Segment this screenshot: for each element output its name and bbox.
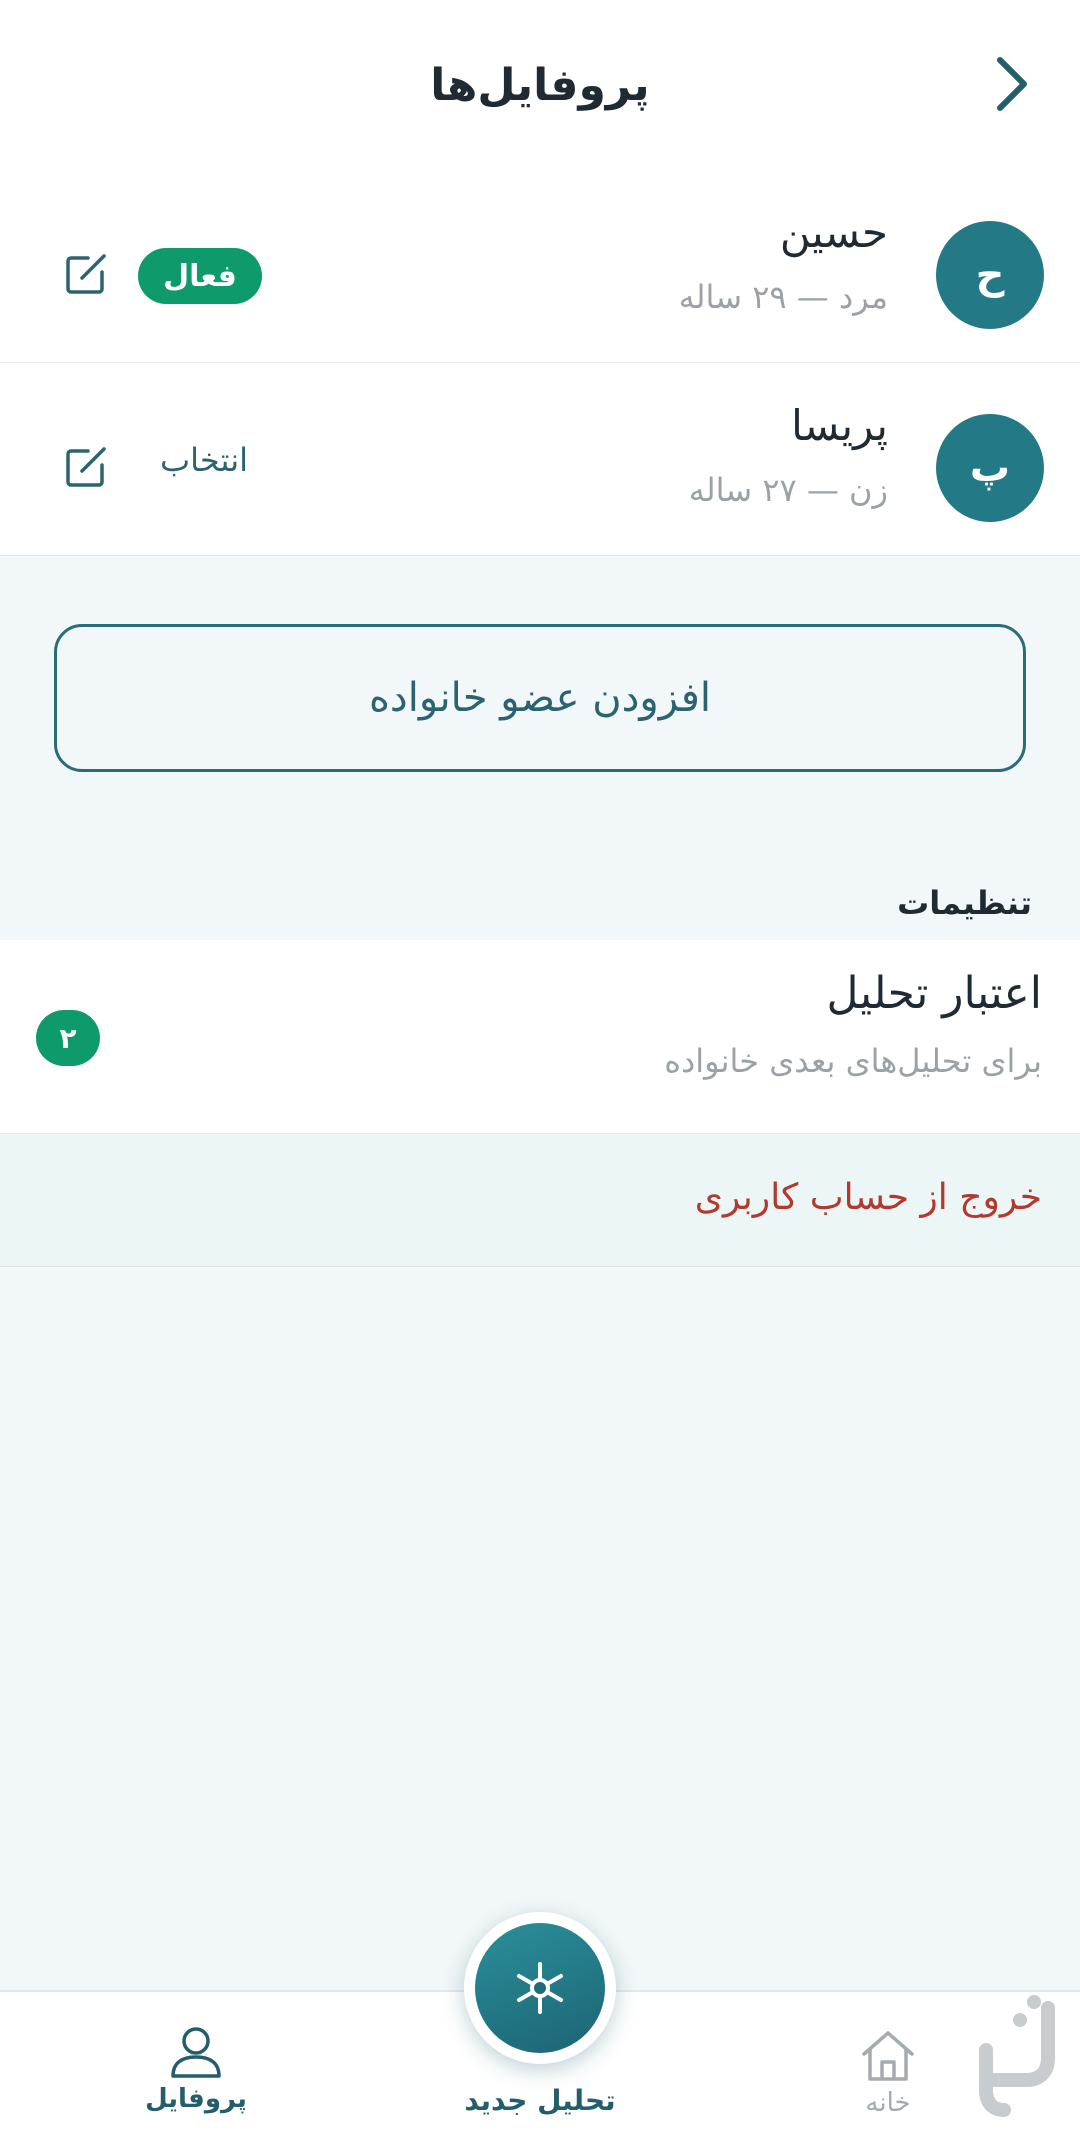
nav-new-analysis-label: تحلیل جدید	[464, 2084, 616, 2117]
nav-home[interactable]: خانه	[838, 2028, 938, 2118]
profiles-screen: پروفایل‌ها ح حسین مرد — ۲۹ ساله فعال پ پ…	[0, 0, 1080, 2144]
credit-count-badge: ۲	[36, 1010, 100, 1066]
store-logo-icon	[979, 1995, 1055, 2117]
nav-profile[interactable]: پروفایل	[136, 2024, 256, 2114]
edit-icon	[66, 254, 106, 294]
profile-row[interactable]: پ پریسا زن — ۲۷ ساله انتخاب	[0, 363, 1080, 556]
edit-button[interactable]	[62, 250, 110, 298]
profile-meta: مرد — ۲۹ ساله	[678, 278, 888, 316]
profile-name: حسین	[779, 208, 888, 257]
logout-label: خروج از حساب کاربری	[694, 1177, 1042, 1218]
credit-subtitle: برای تحلیل‌های بعدی خانواده	[664, 1042, 1042, 1080]
nav-home-label: خانه	[865, 2088, 911, 2118]
avatar: ح	[936, 221, 1044, 329]
edit-button[interactable]	[62, 443, 110, 491]
top-bar: پروفایل‌ها	[0, 0, 1080, 170]
logout-button[interactable]: خروج از حساب کاربری	[0, 1135, 1080, 1267]
add-family-member-button[interactable]: افزودن عضو خانواده	[54, 624, 1026, 772]
page-title: پروفایل‌ها	[430, 59, 650, 111]
credit-title: اعتبار تحلیل	[826, 968, 1043, 1019]
profile-row-active[interactable]: ح حسین مرد — ۲۹ ساله فعال	[0, 170, 1080, 363]
new-analysis-button[interactable]	[464, 1912, 616, 2064]
profile-meta: زن — ۲۷ ساله	[688, 471, 888, 509]
back-button[interactable]	[982, 52, 1042, 116]
profile-list: ح حسین مرد — ۲۹ ساله فعال پ پریسا زن — ۲…	[0, 170, 1080, 556]
edit-icon	[66, 447, 106, 487]
profile-name: پریسا	[791, 401, 888, 450]
analysis-credit-row[interactable]: اعتبار تحلیل برای تحلیل‌های بعدی خانواده…	[0, 940, 1080, 1134]
home-icon	[862, 2031, 914, 2081]
nav-profile-label: پروفایل	[145, 2084, 247, 2114]
avatar: پ	[936, 414, 1044, 522]
new-analysis-fab	[475, 1923, 605, 2053]
settings-section-title: تنظیمات	[897, 884, 1032, 922]
user-icon	[171, 2027, 221, 2078]
active-badge: فعال	[138, 248, 262, 304]
asterisk-icon	[517, 1962, 563, 2014]
chevron-right-icon	[997, 57, 1027, 111]
select-profile-button[interactable]: انتخاب	[160, 441, 248, 479]
